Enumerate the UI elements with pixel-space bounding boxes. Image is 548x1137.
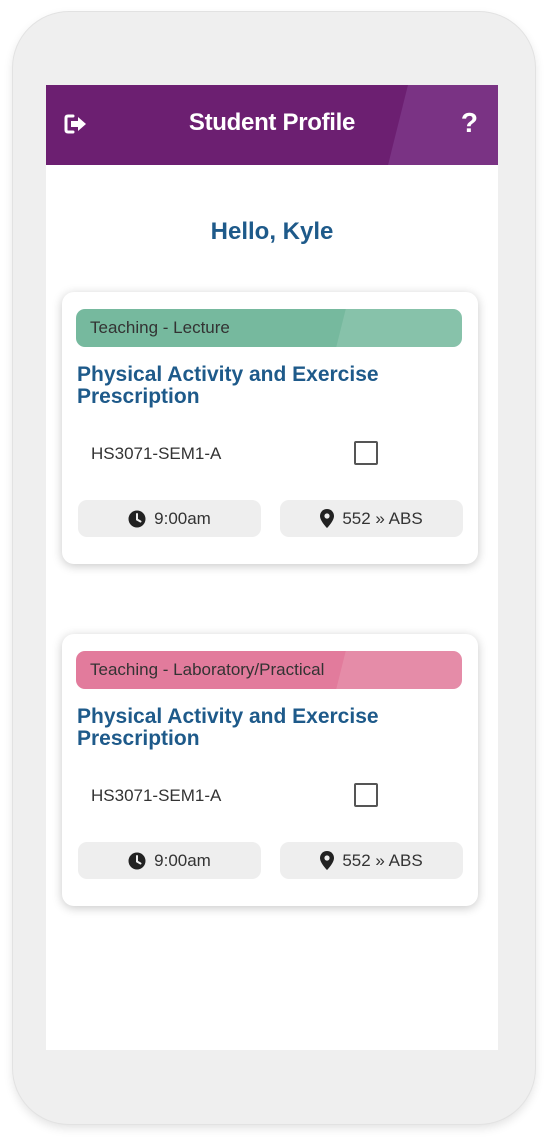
- clock-icon: [128, 510, 146, 527]
- class-time: 9:00am: [154, 850, 211, 870]
- time-pill: 9:00am: [78, 842, 261, 879]
- class-card[interactable]: Teaching - Lecture Physical Activity and…: [62, 292, 478, 564]
- location-pill[interactable]: 552 » ABS: [280, 842, 463, 879]
- attendance-checkbox[interactable]: [354, 441, 378, 465]
- course-title: Physical Activity and Exercise Prescript…: [77, 363, 379, 408]
- location-pill[interactable]: 552 » ABS: [280, 500, 463, 537]
- class-type-label: Teaching - Lecture: [90, 318, 230, 337]
- map-marker-icon: [320, 509, 335, 528]
- badge-shine: [336, 651, 462, 689]
- class-time: 9:00am: [154, 508, 211, 528]
- class-location: 552 » ABS: [342, 508, 423, 528]
- clock-icon: [128, 852, 146, 869]
- attendance-checkbox[interactable]: [354, 783, 378, 807]
- app-header: Student Profile ?: [46, 85, 498, 165]
- help-button[interactable]: ?: [461, 107, 478, 139]
- map-marker-icon: [320, 851, 335, 870]
- class-location: 552 » ABS: [342, 850, 423, 870]
- app-screen: Student Profile ? Hello, Kyle Teaching -…: [46, 85, 498, 1050]
- page-title: Student Profile: [188, 109, 356, 136]
- time-pill: 9:00am: [78, 500, 261, 537]
- class-type-badge: Teaching - Laboratory/Practical: [76, 651, 462, 689]
- badge-shine: [336, 309, 462, 347]
- greeting: Hello, Kyle: [210, 218, 334, 245]
- class-type-badge: Teaching - Lecture: [76, 309, 462, 347]
- class-card[interactable]: Teaching - Laboratory/Practical Physical…: [62, 634, 478, 906]
- help-icon: ?: [460, 107, 478, 138]
- course-title: Physical Activity and Exercise Prescript…: [77, 705, 379, 750]
- course-code: HS3071-SEM1-A: [91, 444, 222, 463]
- course-code: HS3071-SEM1-A: [91, 786, 222, 805]
- class-type-label: Teaching - Laboratory/Practical: [90, 660, 325, 679]
